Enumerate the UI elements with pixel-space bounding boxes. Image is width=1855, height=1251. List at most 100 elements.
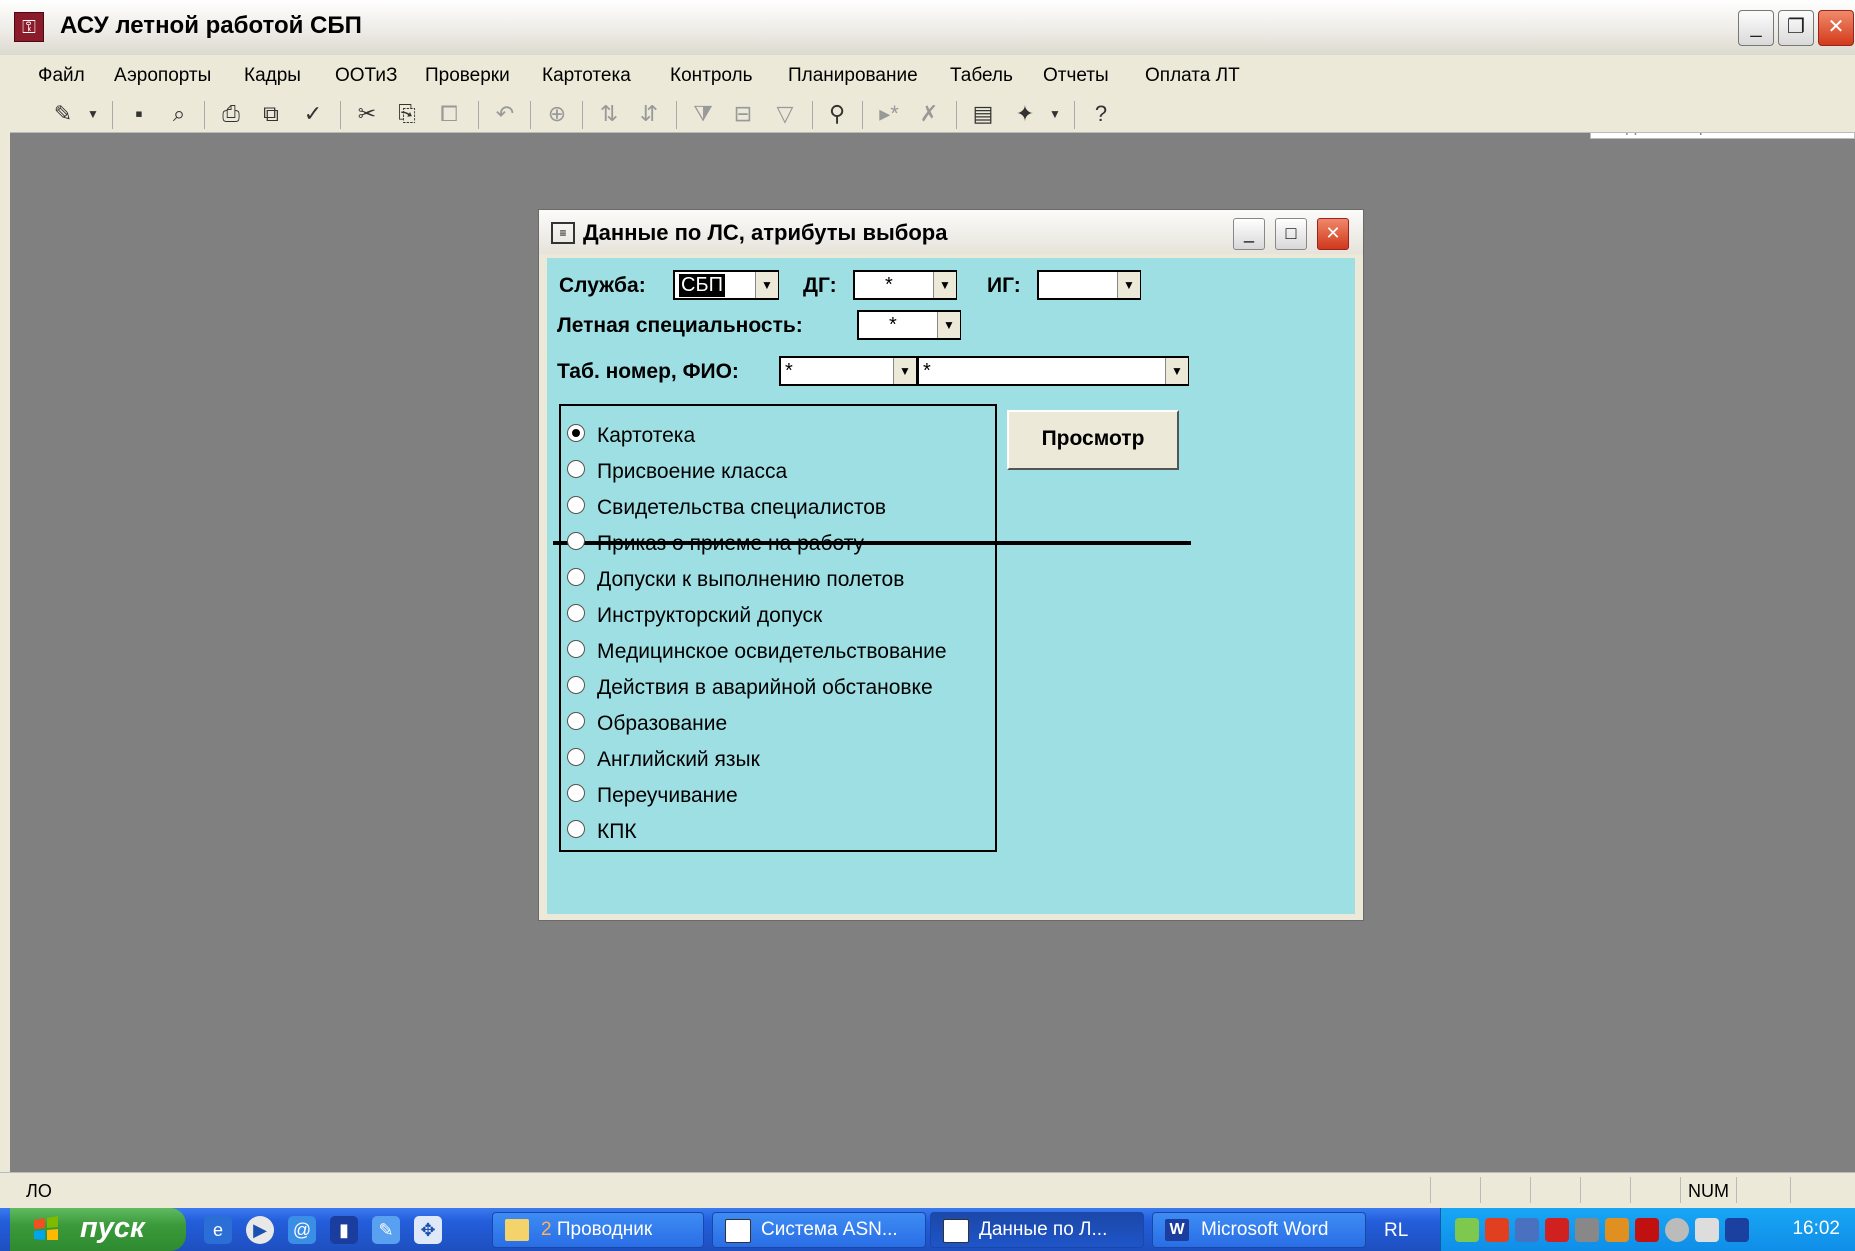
task-word[interactable]: W Microsoft Word [1152,1212,1366,1248]
tray-app-icon[interactable] [1695,1218,1719,1242]
hyperlink-icon[interactable]: ⊕ [542,99,572,129]
tray-app-icon[interactable] [1665,1218,1689,1242]
design-view-dropdown-icon[interactable]: ▼ [78,99,108,129]
delete-record-icon[interactable]: ✗ [914,99,944,129]
menu-checks[interactable]: Проверки [425,65,510,87]
new-object-icon[interactable]: ✦ [1010,99,1040,129]
app-title-bar[interactable]: ⚿ АСУ летной работой СБП _ ❐ ✕ [0,0,1855,56]
option-label[interactable]: Образование [597,712,727,736]
radio-option-4[interactable] [567,568,585,586]
tray-antivirus-icon[interactable] [1635,1218,1659,1242]
menu-file[interactable]: Файл [38,65,85,87]
task-explorer[interactable]: 2 Проводник [492,1212,704,1248]
copy-icon[interactable]: ⎘ [392,99,422,129]
tray-media-icon[interactable] [1725,1218,1749,1242]
task-dialog-active[interactable]: Данные по Л... [930,1212,1144,1248]
tray-network-icon[interactable] [1515,1218,1539,1242]
menu-airports[interactable]: Аэропорты [114,65,211,87]
dialog-title-bar[interactable]: ≡ Данные по ЛС, атрибуты выбора _ □ ✕ [539,210,1363,254]
radio-option-8[interactable] [567,712,585,730]
chevron-down-icon[interactable]: ▼ [933,272,956,298]
outlook-icon[interactable]: @ [288,1216,316,1244]
app-restore-button[interactable]: ❐ [1778,10,1814,46]
access-app-icon[interactable]: ⚿ [14,12,44,42]
option-label[interactable]: Приказ о приеме на работу [597,532,864,556]
cut-icon[interactable]: ✂ [352,99,382,129]
menu-staff[interactable]: Кадры [244,65,301,87]
option-label[interactable]: Медицинское освидетельствование [597,640,947,664]
apply-filter-icon[interactable]: ▽ [770,99,800,129]
page-preview-icon[interactable]: ⧉ [256,99,286,129]
dialog-close-button[interactable]: ✕ [1317,218,1349,250]
radio-option-7[interactable] [567,676,585,694]
menu-timesheet[interactable]: Табель [950,65,1013,87]
menu-card-index[interactable]: Картотека [542,65,631,87]
radio-option-0[interactable] [567,424,585,442]
chevron-down-icon[interactable]: ▼ [937,312,960,338]
option-label[interactable]: КПК [597,820,637,844]
option-label[interactable]: Картотека [597,424,695,448]
book-icon[interactable]: ▮ [330,1216,358,1244]
menu-reports[interactable]: Отчеты [1043,65,1109,87]
option-label[interactable]: Инструкторский допуск [597,604,822,628]
radio-option-1[interactable] [567,460,585,478]
dg-combo[interactable]: * ▼ [853,270,957,300]
menu-control[interactable]: Контроль [670,65,753,87]
service-combo[interactable]: СБП ▼ [673,270,779,300]
menu-planning[interactable]: Планирование [788,65,918,87]
radio-option-6[interactable] [567,640,585,658]
sort-desc-icon[interactable]: ⇵ [634,99,664,129]
option-label[interactable]: Свидетельства специалистов [597,496,886,520]
paste-icon[interactable]: ⧠ [434,99,464,129]
menu-payment[interactable]: Оплата ЛТ [1145,65,1240,87]
sort-asc-icon[interactable]: ⇅ [594,99,624,129]
option-label[interactable]: Английский язык [597,748,760,772]
network-icon[interactable]: ✥ [414,1216,442,1244]
view-button[interactable]: Просмотр [1007,410,1179,470]
print-preview-icon[interactable]: ⌕ [164,99,194,129]
dialog-maximize-button[interactable]: □ [1275,218,1307,250]
language-indicator[interactable]: RL [1384,1220,1408,1242]
tab-number-combo[interactable]: * ▼ [779,356,917,386]
radio-option-5[interactable] [567,604,585,622]
ie-icon[interactable]: e [204,1216,232,1244]
chevron-down-icon[interactable]: ▼ [755,272,778,298]
new-object-dropdown-icon[interactable]: ▼ [1040,99,1070,129]
media-player-icon[interactable]: ▶ [246,1216,274,1244]
radio-option-9[interactable] [567,748,585,766]
tray-app-icon[interactable] [1485,1218,1509,1242]
app-minimize-button[interactable]: _ [1738,10,1774,46]
spellcheck-icon[interactable]: ✓ [298,99,328,129]
undo-icon[interactable]: ↶ [490,99,520,129]
properties-icon[interactable]: ▤ [968,99,998,129]
new-record-icon[interactable]: ▸* [874,99,904,129]
app-close-button[interactable]: ✕ [1818,10,1854,46]
find-icon[interactable]: ⚲ [822,99,852,129]
paint-icon[interactable]: ✎ [372,1216,400,1244]
chevron-down-icon[interactable]: ▼ [893,358,916,384]
filter-by-form-icon[interactable]: ⊟ [728,99,758,129]
option-label[interactable]: Присвоение класса [597,460,787,484]
filter-by-selection-icon[interactable]: ⧩ [688,99,718,129]
ig-combo[interactable]: ▼ [1037,270,1141,300]
radio-option-10[interactable] [567,784,585,802]
option-label[interactable]: Действия в аварийной обстановке [597,676,933,700]
fio-combo[interactable]: * ▼ [917,356,1189,386]
tray-tool-icon[interactable] [1575,1218,1599,1242]
tray-ati-icon[interactable] [1545,1218,1569,1242]
print-icon[interactable]: ⎙ [216,99,246,129]
radio-option-3[interactable] [567,532,585,550]
tray-app-icon[interactable] [1605,1218,1629,1242]
help-icon[interactable]: ? [1086,99,1116,129]
chevron-down-icon[interactable]: ▼ [1117,272,1140,298]
tray-app-icon[interactable] [1455,1218,1479,1242]
task-asn-system[interactable]: Система ASN... [712,1212,926,1248]
radio-option-2[interactable] [567,496,585,514]
design-view-icon[interactable]: ✎ [48,99,78,129]
dialog-minimize-button[interactable]: _ [1233,218,1265,250]
specialty-combo[interactable]: * ▼ [857,310,961,340]
save-icon[interactable]: ▪ [124,99,154,129]
start-button[interactable]: пуск [10,1208,186,1251]
chevron-down-icon[interactable]: ▼ [1165,358,1188,384]
option-label[interactable]: Допуски к выполнению полетов [597,568,904,592]
